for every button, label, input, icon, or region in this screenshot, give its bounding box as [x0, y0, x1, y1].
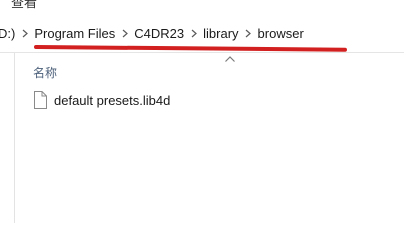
breadcrumb-item-c4dr23[interactable]: C4DR23 [133, 26, 185, 41]
file-icon [34, 91, 47, 109]
breadcrumb: D:) Program Files C4DR23 library browser [0, 24, 305, 42]
menu-strip-cut: 查看 [0, 0, 404, 14]
sort-ascending-icon [225, 56, 235, 62]
chevron-right-icon[interactable] [185, 24, 202, 42]
file-list-pane[interactable]: 名称 default presets.lib4d [15, 53, 404, 223]
breadcrumb-item-program-files[interactable]: Program Files [33, 26, 116, 41]
file-name: default presets.lib4d [54, 92, 171, 108]
navigation-pane[interactable] [0, 53, 15, 223]
breadcrumb-item-drive[interactable]: D:) [0, 26, 16, 41]
chevron-right-icon[interactable] [240, 24, 257, 42]
column-header-name[interactable]: 名称 [33, 64, 57, 81]
chevron-right-icon[interactable] [116, 24, 133, 42]
breadcrumb-item-browser[interactable]: browser [257, 26, 305, 41]
menu-partial-text: 查看 [11, 0, 38, 10]
file-item[interactable]: default presets.lib4d [33, 90, 170, 110]
breadcrumb-item-library[interactable]: library [202, 26, 239, 41]
chevron-right-icon[interactable] [16, 24, 33, 42]
